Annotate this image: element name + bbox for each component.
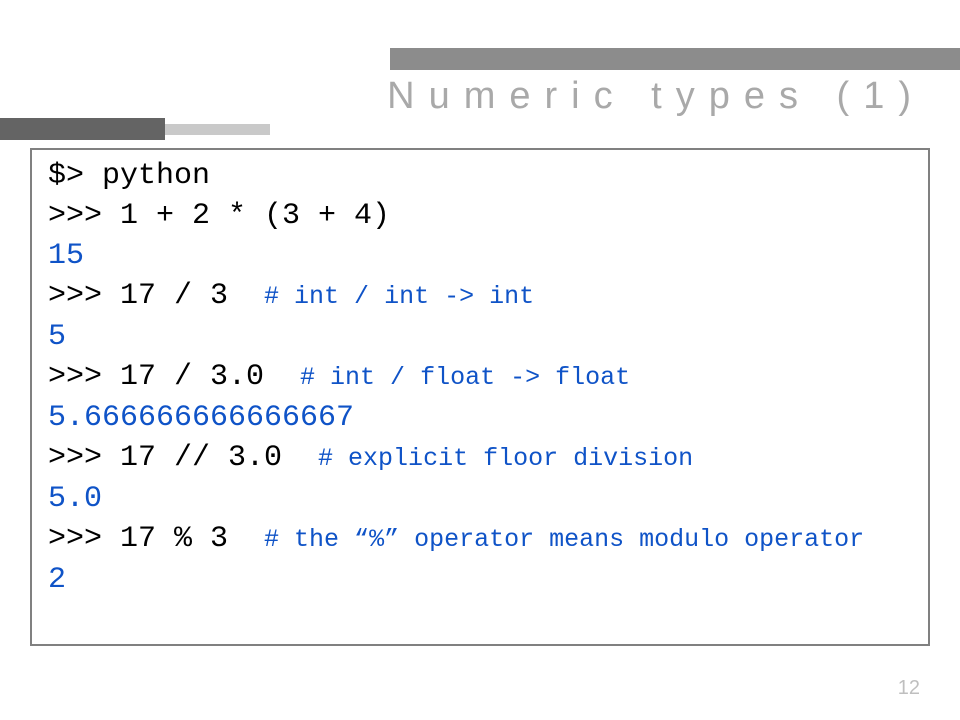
code-line-output: 5.0 [48, 479, 912, 519]
code-line-output: 15 [48, 236, 912, 276]
slide-title: Numeric types (1) [387, 75, 925, 118]
code-text: >>> 17 % 3 [48, 522, 264, 556]
decorative-top-strip [390, 48, 960, 70]
code-line-output: 5.666666666666667 [48, 398, 912, 438]
decorative-bar-light [165, 124, 270, 135]
decorative-bar-dark [0, 118, 165, 140]
page-number: 12 [898, 677, 920, 700]
code-line-output: 5 [48, 317, 912, 357]
code-comment: # int / int -> int [264, 282, 534, 311]
code-text: >>> 17 // 3.0 [48, 441, 318, 475]
code-line-input: >>> 17 / 3 # int / int -> int [48, 276, 912, 317]
code-line-shell: $> python [48, 156, 912, 196]
code-line-input: >>> 17 / 3.0 # int / float -> float [48, 357, 912, 398]
code-text: >>> 17 / 3 [48, 279, 264, 313]
code-line-input: >>> 1 + 2 * (3 + 4) [48, 196, 912, 236]
code-comment: # the “%” operator means modulo operator [264, 525, 864, 554]
code-text: >>> 17 / 3.0 [48, 360, 300, 394]
code-block: $> python >>> 1 + 2 * (3 + 4) 15 >>> 17 … [30, 148, 930, 646]
code-line-output: 2 [48, 560, 912, 600]
code-line-input: >>> 17 % 3 # the “%” operator means modu… [48, 519, 912, 560]
code-comment: # int / float -> float [300, 363, 630, 392]
code-line-input: >>> 17 // 3.0 # explicit floor division [48, 438, 912, 479]
code-comment: # explicit floor division [318, 444, 693, 473]
